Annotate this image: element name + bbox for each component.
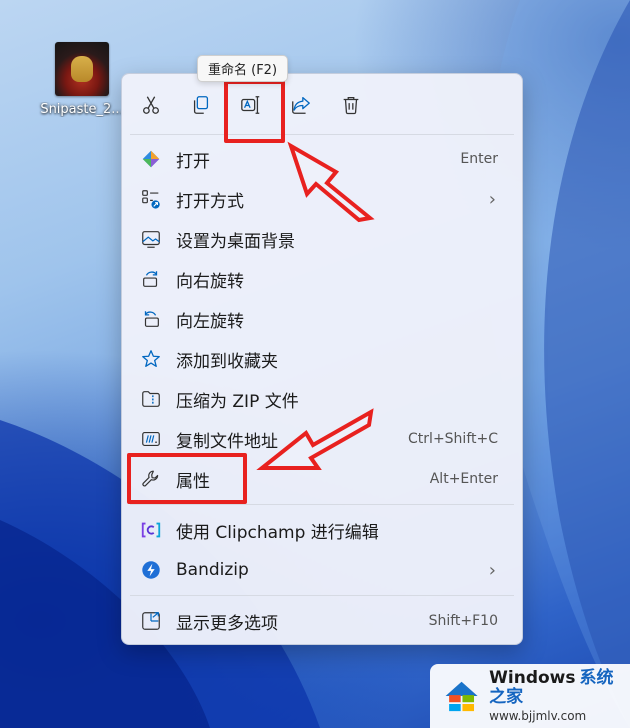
menu-item-add-favorite[interactable]: 添加到收藏夹 <box>130 341 516 377</box>
menu-item-open[interactable]: 打开 Enter <box>130 141 516 177</box>
menu-item-shortcut: Enter <box>460 151 498 167</box>
highlight-box-rename <box>224 80 285 143</box>
menu-item-open-with[interactable]: 打开方式 › <box>130 181 516 217</box>
zip-icon <box>138 386 164 412</box>
share-icon <box>292 97 310 114</box>
menu-item-label: 显示更多选项 <box>176 613 278 634</box>
star-icon <box>138 346 164 372</box>
app-icon <box>138 146 164 172</box>
watermark: Windows 系统之家 www.bjjmlv.com <box>430 664 630 728</box>
watermark-title: Windows <box>489 668 576 689</box>
context-menu-toolbar <box>122 74 522 134</box>
menu-item-copy-path[interactable]: 复制文件地址 Ctrl+Shift+C <box>130 421 516 457</box>
menu-item-label: 向左旋转 <box>176 311 244 332</box>
desktop-file-label: Snipaste_2... <box>40 102 124 117</box>
menu-item-clipchamp[interactable]: 使用 Clipchamp 进行编辑 <box>130 512 516 548</box>
menu-separator <box>130 134 514 135</box>
cut-button[interactable] <box>134 88 168 122</box>
trash-icon <box>343 97 359 115</box>
menu-item-shortcut: Ctrl+Shift+C <box>408 431 498 447</box>
menu-item-label: 打开方式 <box>176 191 244 212</box>
rename-tooltip: 重命名 (F2) <box>197 55 289 82</box>
bandizip-icon <box>138 557 164 583</box>
copy-icon <box>193 96 209 114</box>
watermark-url: www.bjjmlv.com <box>489 708 587 723</box>
image-thumbnail <box>55 42 109 96</box>
menu-item-label: 复制文件地址 <box>176 431 278 452</box>
menu-item-more-options[interactable]: 显示更多选项 Shift+F10 <box>130 603 516 639</box>
windows-logo-icon <box>445 681 478 712</box>
menu-item-set-wallpaper[interactable]: 设置为桌面背景 <box>130 221 516 257</box>
wallpaper-icon <box>138 226 164 252</box>
menu-item-label: 设置为桌面背景 <box>176 231 295 252</box>
menu-item-label: 压缩为 ZIP 文件 <box>176 391 299 412</box>
clipchamp-icon <box>138 517 164 543</box>
more-options-icon <box>138 608 164 634</box>
copy-button[interactable] <box>184 88 218 122</box>
highlight-box-properties <box>127 453 247 504</box>
menu-item-compress-zip[interactable]: 压缩为 ZIP 文件 <box>130 381 516 417</box>
path-icon <box>138 426 164 452</box>
menu-item-label: 向右旋转 <box>176 271 244 292</box>
menu-item-rotate-right[interactable]: 向右旋转 <box>130 261 516 297</box>
share-button[interactable] <box>284 88 318 122</box>
context-menu: 打开 Enter 打开方式 › 设置为桌面背景 向右旋转 向左旋转 添加到收藏夹… <box>121 73 523 645</box>
menu-item-label: 使用 Clipchamp 进行编辑 <box>176 522 379 543</box>
scissors-icon <box>143 96 159 114</box>
menu-item-label: Bandizip <box>176 560 249 580</box>
menu-item-label: 添加到收藏夹 <box>176 351 278 372</box>
menu-item-label: 打开 <box>176 151 210 172</box>
menu-item-shortcut: Alt+Enter <box>429 471 498 487</box>
menu-item-shortcut: Shift+F10 <box>428 613 498 629</box>
open-with-icon <box>138 186 164 212</box>
chevron-right-icon: › <box>488 188 496 210</box>
chevron-right-icon: › <box>488 559 496 581</box>
menu-separator <box>130 595 514 596</box>
rotate-right-icon <box>138 266 164 292</box>
menu-item-bandizip[interactable]: Bandizip › <box>130 552 516 588</box>
desktop-file-icon[interactable]: Snipaste_2... <box>32 42 132 117</box>
menu-separator <box>130 504 514 505</box>
rotate-left-icon <box>138 306 164 332</box>
delete-button[interactable] <box>334 88 368 122</box>
menu-item-rotate-left[interactable]: 向左旋转 <box>130 301 516 337</box>
